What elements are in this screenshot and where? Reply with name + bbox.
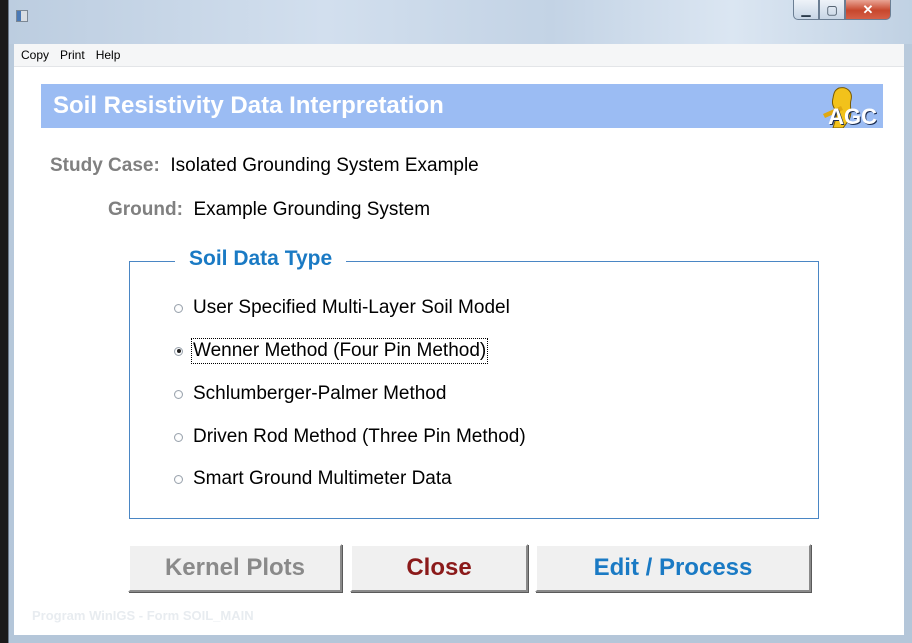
radio-driven-rod[interactable]: Driven Rod Method (Three Pin Method) — [174, 426, 526, 448]
radio-label[interactable]: Wenner Method (Four Pin Method) — [190, 338, 489, 364]
window-controls: ▁ ▢ ✕ — [793, 0, 891, 22]
soil-data-type-title: Soil Data Type — [175, 247, 347, 271]
header-banner: Soil Resistivity Data Interpretation AGC — [41, 84, 883, 128]
form-client-area: Copy Print Help Soil Resistivity Data Inte… — [14, 44, 904, 635]
ground-row: Ground: Example Grounding System — [108, 199, 430, 221]
radio-label[interactable]: Smart Ground Multimeter Data — [193, 468, 452, 490]
menu-print[interactable]: Print — [53, 44, 89, 62]
ground-label: Ground: — [108, 199, 183, 220]
radio-user-specified[interactable]: User Specified Multi-Layer Soil Model — [174, 297, 510, 319]
radio-label[interactable]: Schlumberger-Palmer Method — [193, 383, 446, 405]
minimize-icon[interactable]: ▁ — [793, 0, 819, 20]
menu-copy[interactable]: Copy — [14, 44, 53, 62]
radio-button-icon[interactable] — [174, 474, 183, 484]
application-window: ▁ ▢ ✕ Copy Print Help Soil Resistivity Dat… — [8, 0, 912, 643]
close-window-icon[interactable]: ✕ — [845, 0, 891, 20]
radio-button-checked-icon[interactable] — [174, 346, 183, 356]
radio-schlumberger[interactable]: Schlumberger-Palmer Method — [174, 383, 446, 405]
radio-smart-ground[interactable]: Smart Ground Multimeter Data — [174, 468, 452, 490]
close-button[interactable]: Close — [350, 544, 528, 592]
study-case-row: Study Case: Isolated Grounding System Ex… — [50, 155, 479, 177]
radio-button-icon[interactable] — [174, 389, 183, 399]
radio-label[interactable]: User Specified Multi-Layer Soil Model — [193, 297, 510, 319]
logo-text: AGC — [828, 104, 877, 128]
radio-button-icon[interactable] — [174, 432, 183, 442]
study-case-label: Study Case: — [50, 155, 160, 176]
menu-bar: Copy Print Help — [14, 44, 904, 67]
page-title: Soil Resistivity Data Interpretation — [53, 92, 444, 119]
menu-help[interactable]: Help — [89, 44, 125, 62]
title-bar[interactable]: ▁ ▢ ✕ — [9, 0, 912, 44]
edit-process-button[interactable]: Edit / Process — [535, 544, 811, 592]
app-icon[interactable] — [16, 10, 28, 22]
agc-logo: AGC — [813, 84, 877, 128]
radio-label[interactable]: Driven Rod Method (Three Pin Method) — [193, 426, 526, 448]
status-bar: Program WinIGS - Form SOIL_MAIN — [14, 606, 904, 635]
radio-wenner[interactable]: Wenner Method (Four Pin Method) — [174, 338, 489, 364]
kernel-plots-button[interactable]: Kernel Plots — [128, 544, 342, 592]
ground-value: Example Grounding System — [193, 199, 431, 220]
study-case-value: Isolated Grounding System Example — [170, 155, 479, 176]
maximize-icon[interactable]: ▢ — [819, 0, 845, 20]
radio-button-icon[interactable] — [174, 303, 183, 313]
